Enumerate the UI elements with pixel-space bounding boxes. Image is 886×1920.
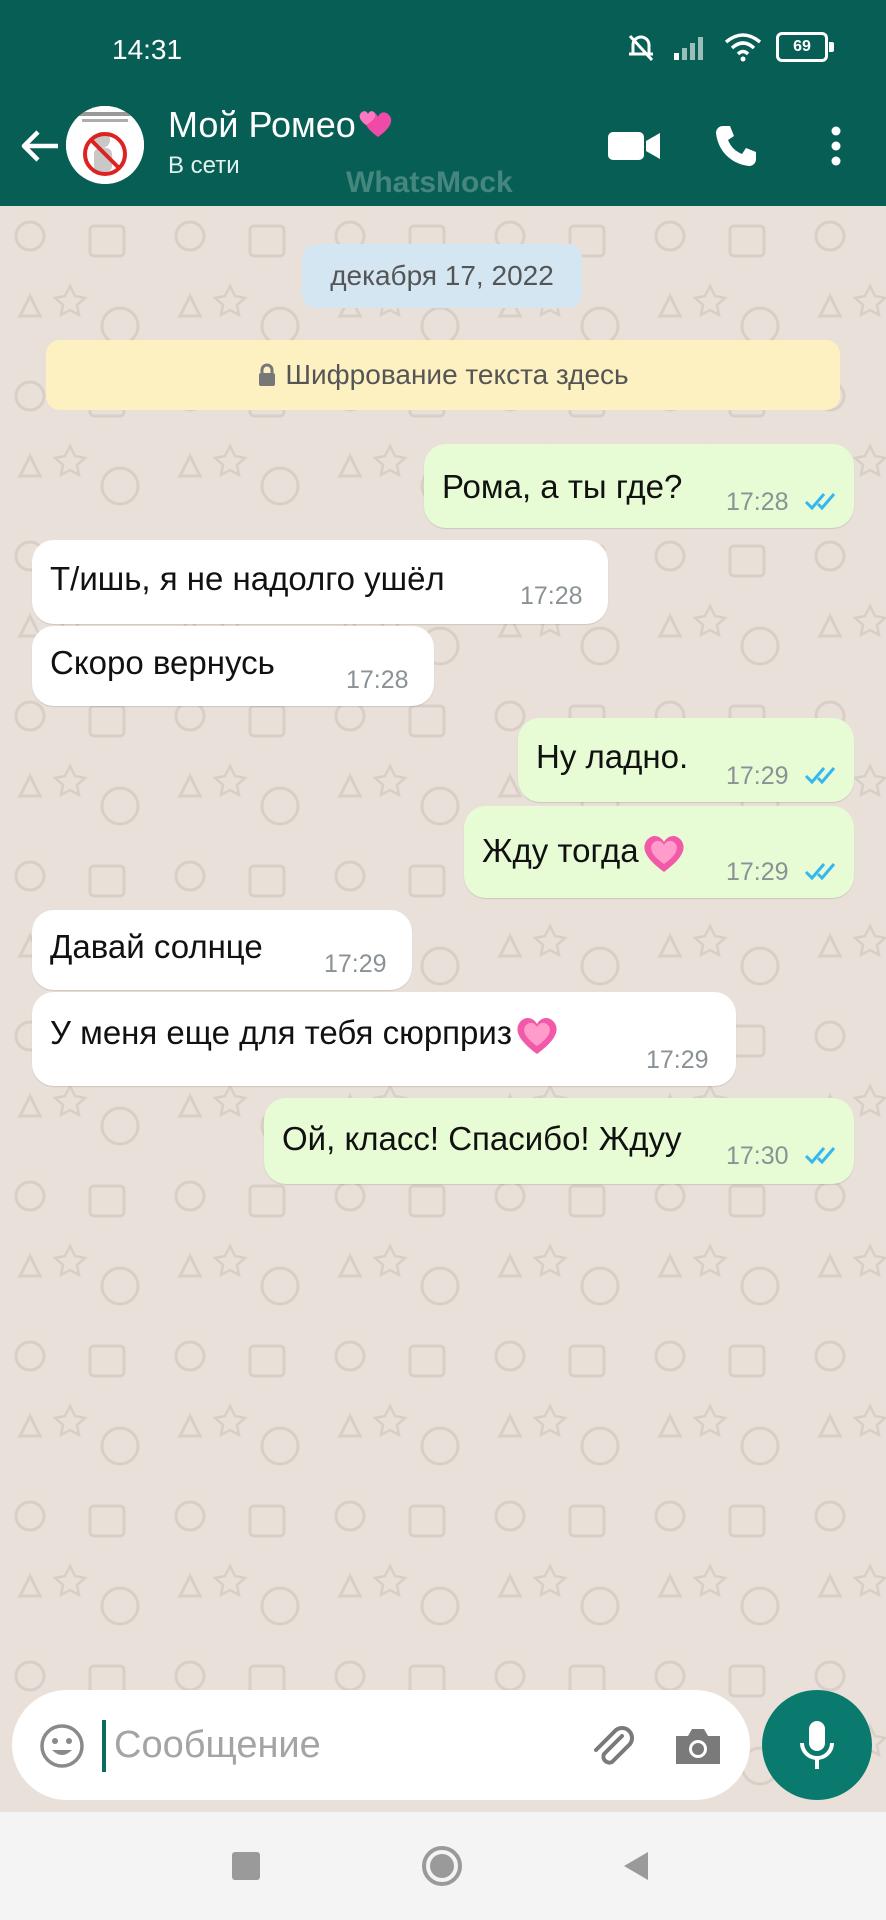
message-text: У меня еще для тебя сюрприз	[50, 1012, 562, 1056]
message-time: 17:30	[726, 1142, 789, 1170]
message-time: 17:29	[324, 950, 387, 978]
heart-emoji-icon	[644, 835, 684, 872]
message-text: Скоро вернусь	[50, 644, 275, 681]
read-ticks-icon	[804, 1147, 836, 1165]
phone-icon	[716, 126, 756, 166]
message-bubble-incoming[interactable]: У меня еще для тебя сюрприз 17:29	[32, 992, 736, 1086]
contact-status: В сети	[168, 152, 240, 179]
message-time: 17:29	[726, 858, 789, 886]
emoji-icon[interactable]	[38, 1722, 86, 1770]
text-caret	[102, 1720, 106, 1772]
message-composer	[12, 1690, 750, 1800]
message-bubble-incoming[interactable]: Давай солнце 17:29	[32, 910, 412, 990]
read-ticks-icon	[804, 493, 836, 511]
encryption-notice-text: Шифрование текста здесь	[285, 359, 629, 390]
message-text: Давай солнце	[50, 928, 263, 965]
more-options-button[interactable]	[808, 120, 864, 172]
hearts-emoji-icon	[359, 111, 391, 137]
back-icon[interactable]	[614, 1844, 658, 1888]
muted-bell-icon	[628, 34, 654, 62]
read-ticks-icon	[804, 863, 836, 881]
voice-message-button[interactable]	[762, 1690, 872, 1800]
watermark: WhatsMock	[346, 166, 513, 199]
message-text: Т/ишь, я не надолго ушёл	[50, 560, 445, 597]
system-navigation-bar	[0, 1812, 886, 1920]
status-time: 14:31	[112, 34, 183, 65]
message-bubble-outgoing[interactable]: Ой, класс! Спасибо! Ждуу 17:30	[264, 1098, 854, 1184]
back-arrow-icon[interactable]	[18, 124, 62, 168]
home-icon[interactable]	[420, 1844, 464, 1888]
message-input[interactable]	[112, 1714, 586, 1776]
microphone-icon	[800, 1721, 834, 1769]
message-bubble-incoming[interactable]: Скоро вернусь 17:28	[32, 626, 434, 706]
lock-icon	[259, 363, 276, 386]
heart-emoji-icon	[517, 1017, 557, 1054]
video-call-icon	[608, 132, 660, 160]
avatar-image	[66, 106, 144, 184]
message-time: 17:28	[726, 488, 789, 516]
read-ticks-icon	[804, 767, 836, 785]
date-chip: декабря 17, 2022	[302, 244, 582, 308]
chat-header: 14:31 69 Мой Ромео В сети WhatsMock	[0, 0, 886, 206]
chat-area[interactable]: декабря 17, 2022 Шифрование текста здесь…	[0, 206, 886, 1810]
message-text: Ой, класс! Спасибо! Ждуу	[282, 1120, 682, 1157]
avatar[interactable]	[66, 106, 144, 184]
message-text: Рома, а ты где?	[442, 468, 683, 505]
contact-name[interactable]: Мой Ромео	[168, 104, 396, 146]
message-bubble-outgoing[interactable]: Ну ладно. 17:29	[518, 718, 854, 802]
message-time: 17:28	[346, 666, 409, 694]
encryption-notice[interactable]: Шифрование текста здесь	[46, 340, 840, 410]
voice-call-button[interactable]	[708, 120, 764, 172]
signal-icon	[674, 37, 703, 60]
status-icons: 69	[624, 30, 834, 64]
camera-icon[interactable]	[672, 1722, 724, 1770]
more-vert-icon	[831, 126, 841, 166]
attach-icon[interactable]	[584, 1718, 640, 1774]
wifi-icon	[724, 33, 762, 62]
message-bubble-incoming[interactable]: Т/ишь, я не надолго ушёл 17:28	[32, 540, 608, 624]
message-text: Ну ладно.	[536, 738, 689, 775]
message-text: Жду тогда	[482, 830, 689, 874]
message-time: 17:28	[520, 582, 583, 610]
message-time: 17:29	[646, 1046, 709, 1074]
message-bubble-outgoing[interactable]: Рома, а ты где? 17:28	[424, 444, 854, 528]
recent-apps-icon[interactable]	[224, 1844, 268, 1888]
message-bubble-outgoing[interactable]: Жду тогда 17:29	[464, 806, 854, 898]
battery-indicator: 69	[776, 32, 834, 62]
video-call-button[interactable]	[606, 120, 662, 172]
message-time: 17:29	[726, 762, 789, 790]
